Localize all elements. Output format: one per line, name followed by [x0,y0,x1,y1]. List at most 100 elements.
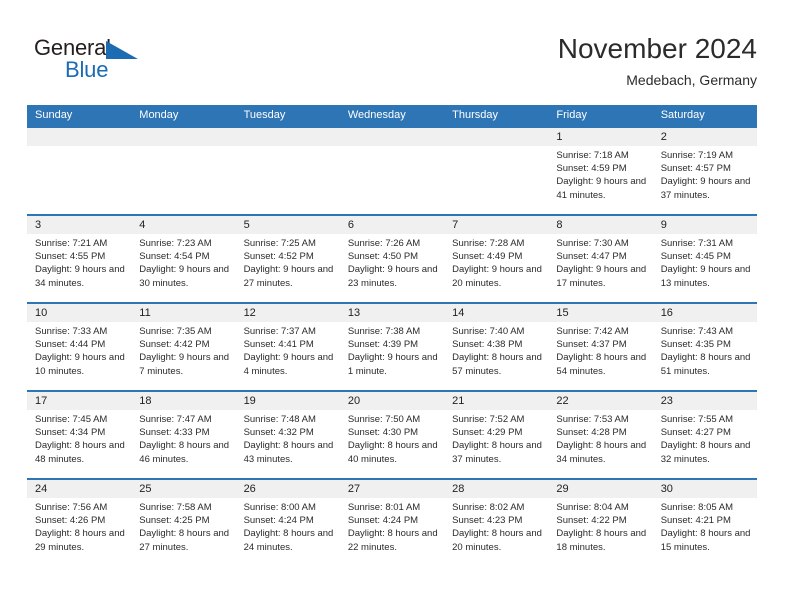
sunrise-text: Sunrise: 7:45 AM [35,414,108,425]
calendar-day-cell[interactable]: 24 Sunrise: 7:56 AM Sunset: 4:26 PM Dayligh… [27,480,132,566]
sunrise-text: Sunrise: 7:52 AM [452,414,525,425]
calendar-day-cell[interactable]: 25 Sunrise: 7:58 AM Sunset: 4:25 PM Dayligh… [131,480,236,566]
sunset-text: Sunset: 4:26 PM [35,515,106,527]
calendar-day-cell[interactable]: 23 Sunrise: 7:55 AM Sunset: 4:27 PM Dayligh… [652,392,757,478]
day-details: Sunrise: 7:26 AM Sunset: 4:50 PM Daylight:… [340,234,444,290]
sunrise-text: Sunrise: 7:30 AM [556,238,629,249]
sunset-text: Sunset: 4:47 PM [556,251,627,263]
sunset-text: Sunset: 4:55 PM [35,251,106,263]
calendar-day-cell[interactable]: 28 Sunrise: 8:02 AM Sunset: 4:23 PM Dayligh… [444,480,549,566]
calendar-day-cell[interactable]: 11 Sunrise: 7:35 AM Sunset: 4:42 PM Dayligh… [131,304,236,390]
calendar-day-cell[interactable]: 14 Sunrise: 7:40 AM Sunset: 4:38 PM Dayligh… [444,304,549,390]
calendar-day-cell[interactable]: 8 Sunrise: 7:30 AM Sunset: 4:47 PM Daylight… [548,216,653,302]
sunrise-text: Sunrise: 7:26 AM [347,238,421,249]
daylight-text: Daylight: 8 hours and 40 minutes. [347,440,438,465]
calendar-day-cell[interactable]: 18 Sunrise: 7:47 AM Sunset: 4:33 PM Dayligh… [131,392,236,478]
sunrise-text: Sunrise: 7:28 AM [452,238,525,249]
sunset-text: Sunset: 4:41 PM [243,339,314,351]
calendar-day-cell[interactable]: 21 Sunrise: 7:52 AM Sunset: 4:29 PM Dayligh… [444,392,549,478]
calendar-day-cell[interactable]: 26 Sunrise: 8:00 AM Sunset: 4:24 PM Dayligh… [235,480,340,566]
day-number [339,128,445,146]
calendar-day-cell[interactable]: 9 Sunrise: 7:31 AM Sunset: 4:45 PM Daylight… [652,216,757,302]
calendar-day-cell[interactable]: 15 Sunrise: 7:42 AM Sunset: 4:37 PM Dayligh… [548,304,653,390]
sunrise-text: Sunrise: 7:42 AM [556,326,629,337]
calendar-day-cell[interactable]: 12 Sunrise: 7:37 AM Sunset: 4:41 PM Dayligh… [235,304,340,390]
day-number: 21 [444,392,549,410]
calendar-day-cell[interactable]: 4 Sunrise: 7:23 AM Sunset: 4:54 PM Daylight… [131,216,236,302]
calendar-week-row: 3 Sunrise: 7:21 AM Sunset: 4:55 PM Daylight… [27,214,757,302]
sunset-text: Sunset: 4:33 PM [139,427,210,439]
sunset-text: Sunset: 4:50 PM [347,251,419,263]
sunrise-text: Sunrise: 7:48 AM [243,414,316,425]
calendar-day-cell[interactable]: 16 Sunrise: 7:43 AM Sunset: 4:35 PM Dayligh… [652,304,757,390]
day-number: 17 [27,392,132,410]
calendar-day-cell-empty [235,128,340,214]
weekday-header-wednesday: Wednesday [347,109,406,121]
daylight-text: Daylight: 9 hours and 20 minutes. [452,264,542,289]
day-number: 4 [131,216,236,234]
calendar-day-cell[interactable]: 5 Sunrise: 7:25 AM Sunset: 4:52 PM Daylight… [235,216,340,302]
sunset-text: Sunset: 4:34 PM [35,427,106,439]
day-number: 30 [652,480,757,498]
sunset-text: Sunset: 4:29 PM [452,427,523,439]
weekday-header-row: Sunday Monday Tuesday Wednesday Thursday… [27,105,757,126]
sunrise-text: Sunrise: 7:31 AM [660,238,734,249]
day-number: 7 [444,216,549,234]
day-details: Sunrise: 7:31 AM Sunset: 4:45 PM Daylight:… [653,234,757,290]
calendar-week-row: 10 Sunrise: 7:33 AM Sunset: 4:44 PM Dayligh… [27,302,757,390]
daylight-text: Daylight: 8 hours and 29 minutes. [35,528,125,553]
day-details: Sunrise: 7:55 AM Sunset: 4:27 PM Daylight:… [653,410,757,466]
page-header: General Blue November 2024 Medebach, Ger… [0,0,792,104]
daylight-text: Daylight: 8 hours and 34 minutes. [556,440,647,465]
day-number: 23 [652,392,757,410]
daylight-text: Daylight: 9 hours and 41 minutes. [556,176,647,201]
calendar-day-cell[interactable]: 2 Sunrise: 7:19 AM Sunset: 4:57 PM Daylight… [652,128,757,214]
daylight-text: Daylight: 9 hours and 7 minutes. [139,352,230,377]
calendar-day-cell[interactable]: 6 Sunrise: 7:26 AM Sunset: 4:50 PM Daylight… [339,216,445,302]
calendar-day-cell[interactable]: 30 Sunrise: 8:05 AM Sunset: 4:21 PM Dayligh… [652,480,757,566]
sunrise-text: Sunrise: 7:40 AM [452,326,525,337]
location-subtitle: Medebach, Germany [626,72,757,88]
calendar-day-cell[interactable]: 22 Sunrise: 7:53 AM Sunset: 4:28 PM Dayligh… [548,392,653,478]
calendar-day-cell[interactable]: 1 Sunrise: 7:18 AM Sunset: 4:59 PM Daylight… [548,128,653,214]
day-details: Sunrise: 8:02 AM Sunset: 4:23 PM Daylight:… [444,498,548,554]
calendar-day-cell-empty [444,128,549,214]
day-details: Sunrise: 7:21 AM Sunset: 4:55 PM Daylight:… [27,234,131,290]
day-details: Sunrise: 7:28 AM Sunset: 4:49 PM Daylight:… [444,234,548,290]
logo-triangle-icon [106,41,138,59]
calendar-day-cell[interactable]: 19 Sunrise: 7:48 AM Sunset: 4:32 PM Dayligh… [235,392,340,478]
calendar-day-cell[interactable]: 7 Sunrise: 7:28 AM Sunset: 4:49 PM Daylight… [444,216,549,302]
sunrise-text: Sunrise: 7:53 AM [556,414,629,425]
calendar-day-cell[interactable]: 3 Sunrise: 7:21 AM Sunset: 4:55 PM Daylight… [27,216,132,302]
day-details: Sunrise: 7:47 AM Sunset: 4:33 PM Daylight:… [131,410,235,466]
day-number: 19 [235,392,340,410]
calendar-day-cell[interactable]: 13 Sunrise: 7:38 AM Sunset: 4:39 PM Dayligh… [339,304,445,390]
calendar-day-cell[interactable]: 29 Sunrise: 8:04 AM Sunset: 4:22 PM Dayligh… [548,480,653,566]
calendar-day-cell[interactable]: 27 Sunrise: 8:01 AM Sunset: 4:24 PM Dayligh… [339,480,445,566]
sunset-text: Sunset: 4:37 PM [556,339,627,351]
calendar-day-cell[interactable]: 17 Sunrise: 7:45 AM Sunset: 4:34 PM Dayligh… [27,392,132,478]
sunrise-text: Sunrise: 7:35 AM [139,326,212,337]
sunrise-text: Sunrise: 7:33 AM [35,326,108,337]
general-blue-logo[interactable]: General Blue [34,36,164,84]
day-details: Sunrise: 7:37 AM Sunset: 4:41 PM Daylight:… [236,322,340,378]
sunrise-text: Sunrise: 7:56 AM [35,502,108,513]
sunrise-text: Sunrise: 7:58 AM [139,502,212,513]
sunrise-text: Sunrise: 8:04 AM [556,502,629,513]
day-details: Sunrise: 7:53 AM Sunset: 4:28 PM Daylight:… [548,410,652,466]
sunset-text: Sunset: 4:52 PM [243,251,314,263]
day-details: Sunrise: 7:30 AM Sunset: 4:47 PM Daylight:… [548,234,652,290]
weekday-header-saturday: Saturday [660,109,705,121]
calendar-day-cell[interactable]: 20 Sunrise: 7:50 AM Sunset: 4:30 PM Dayligh… [339,392,445,478]
title-block: November 2024 Medebach, Germany [558,32,757,89]
calendar-day-cell[interactable]: 10 Sunrise: 7:33 AM Sunset: 4:44 PM Dayligh… [27,304,132,390]
day-details: Sunrise: 7:52 AM Sunset: 4:29 PM Daylight:… [444,410,548,466]
sunset-text: Sunset: 4:24 PM [347,515,419,527]
sunrise-text: Sunrise: 7:23 AM [139,238,212,249]
daylight-text: Daylight: 8 hours and 43 minutes. [243,440,334,465]
sunrise-text: Sunrise: 7:25 AM [243,238,316,249]
weekday-header-thursday: Thursday [452,109,498,121]
day-number: 16 [652,304,757,322]
sunrise-text: Sunrise: 7:19 AM [660,150,734,161]
day-number [131,128,236,146]
